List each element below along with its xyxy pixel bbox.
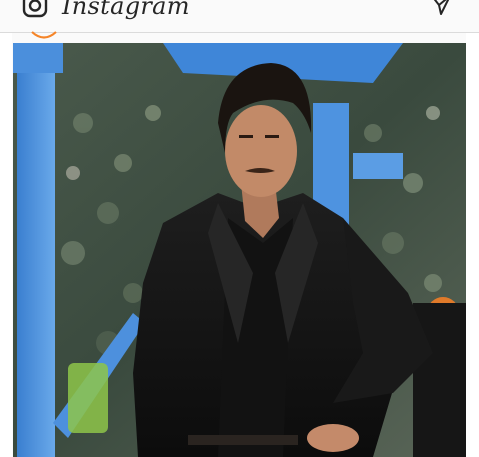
story-ring-edge bbox=[30, 28, 58, 39]
photo-scene bbox=[13, 43, 466, 457]
instagram-feed-screen: Instagram bbox=[0, 0, 479, 457]
direct-message-icon[interactable] bbox=[430, 0, 452, 16]
top-navigation-bar: Instagram bbox=[0, 0, 479, 39]
app-title: Instagram bbox=[62, 0, 190, 20]
post-photo[interactable] bbox=[13, 43, 466, 457]
camera-icon[interactable] bbox=[22, 0, 48, 18]
